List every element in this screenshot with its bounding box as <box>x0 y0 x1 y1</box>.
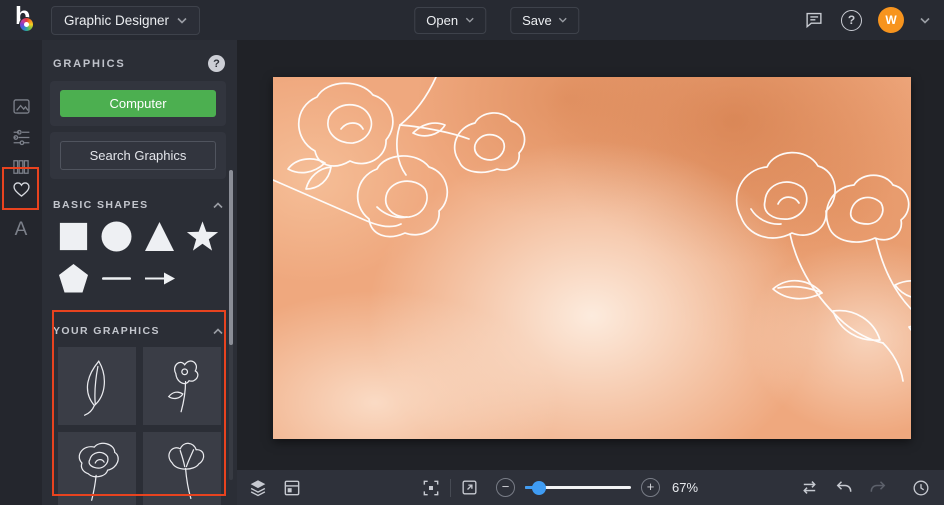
minus-glyph: − <box>501 479 510 494</box>
top-bar: b Graphic Designer Open Save ? W <box>0 0 944 40</box>
save-button[interactable]: Save <box>510 6 580 34</box>
chevron-down-icon <box>465 17 474 23</box>
fullscreen-preview-button[interactable] <box>460 478 479 497</box>
history-controls <box>799 477 944 498</box>
main-area: A GRAPHICS ? Computer Search Graphics BA… <box>0 40 944 505</box>
panel-title: GRAPHICS <box>53 57 126 70</box>
color-wheel-icon <box>19 17 34 32</box>
panel-help-icon[interactable]: ? <box>208 55 225 72</box>
topbar-right: ? W <box>803 7 944 33</box>
app-title-menu[interactable]: Graphic Designer <box>51 5 201 35</box>
layers-button[interactable] <box>247 477 269 499</box>
flower-line-art <box>273 77 911 382</box>
graphic-thumbnail-leaf[interactable] <box>58 347 136 425</box>
file-actions: Open Save <box>414 6 580 34</box>
computer-upload-button[interactable]: Computer <box>60 90 216 117</box>
shape-circle[interactable] <box>100 220 133 253</box>
befunky-logo[interactable]: b <box>13 2 39 35</box>
design-canvas[interactable] <box>273 77 911 439</box>
help-icon[interactable]: ? <box>841 9 862 31</box>
zoom-out-button[interactable]: − <box>496 478 515 497</box>
your-graphics-title: YOUR GRAPHICS <box>53 325 160 337</box>
zoom-slider-thumb[interactable] <box>532 480 546 495</box>
tool-rail: A <box>0 40 42 505</box>
basic-shapes-title: BASIC SHAPES <box>53 199 149 211</box>
your-graphics-grid <box>42 346 237 505</box>
toolbar-divider <box>450 478 451 497</box>
shape-arrow[interactable] <box>143 262 176 295</box>
chevron-up-icon <box>213 201 223 209</box>
poppy-line-art <box>167 360 199 413</box>
history-button[interactable] <box>911 478 931 498</box>
section-your-graphics[interactable]: YOUR GRAPHICS <box>42 311 237 346</box>
wildflower-line-art <box>168 442 205 500</box>
sliders-icon <box>12 129 29 145</box>
zoom-slider[interactable] <box>525 480 631 495</box>
shape-star[interactable] <box>186 220 219 253</box>
zoom-percentage: 67% <box>672 480 699 495</box>
basic-shapes-grid <box>42 220 220 295</box>
text-tool-icon: A <box>14 219 28 240</box>
account-chevron-down-icon[interactable] <box>920 17 930 24</box>
section-basic-shapes[interactable]: BASIC SHAPES <box>42 185 237 220</box>
help-glyph: ? <box>847 13 856 27</box>
graphic-thumbnail-wildflower[interactable] <box>143 432 221 505</box>
graphics-panel: GRAPHICS ? Computer Search Graphics BASI… <box>42 40 237 505</box>
plus-glyph: + <box>646 479 655 494</box>
rail-item-templates[interactable] <box>0 91 42 121</box>
redo-button[interactable] <box>868 478 888 498</box>
app-window: b Graphic Designer Open Save ? W A GRAPH… <box>0 0 944 505</box>
chevron-up-icon <box>213 327 223 335</box>
panel-help-glyph: ? <box>213 57 220 70</box>
avatar-initial: W <box>885 13 897 27</box>
app-title: Graphic Designer <box>64 12 170 28</box>
image-icon <box>12 98 30 114</box>
save-label: Save <box>522 12 552 28</box>
compare-loop-button[interactable] <box>799 477 820 498</box>
shape-line[interactable] <box>100 262 133 295</box>
panel-header: GRAPHICS ? <box>42 40 237 81</box>
workspace: − + 67% <box>237 40 944 505</box>
rail-item-edit[interactable] <box>0 122 42 152</box>
upload-card: Computer <box>50 81 226 126</box>
bottom-toolbar: − + 67% <box>237 470 944 505</box>
open-button[interactable]: Open <box>414 6 487 34</box>
rose-line-art <box>78 442 119 501</box>
fit-to-screen-button[interactable] <box>421 478 441 498</box>
template-grid-button[interactable] <box>282 478 302 498</box>
chevron-down-icon <box>177 17 187 24</box>
feedback-chat-icon[interactable] <box>803 9 825 31</box>
panel-scrollbar-thumb[interactable] <box>229 170 233 345</box>
chevron-down-icon <box>559 17 568 23</box>
search-card: Search Graphics <box>50 132 226 179</box>
rail-item-graphics[interactable] <box>0 174 42 204</box>
shape-square[interactable] <box>57 220 90 253</box>
leaf-line-art <box>83 360 105 416</box>
graphic-thumbnail-poppy[interactable] <box>143 347 221 425</box>
open-label: Open <box>426 12 459 28</box>
undo-button[interactable] <box>834 478 854 498</box>
heart-icon <box>12 181 30 197</box>
rail-item-text[interactable]: A <box>0 215 42 245</box>
shape-pentagon[interactable] <box>57 262 90 295</box>
zoom-in-button[interactable]: + <box>641 478 660 497</box>
graphic-thumbnail-rose[interactable] <box>58 432 136 505</box>
avatar[interactable]: W <box>878 7 904 33</box>
shape-triangle[interactable] <box>143 220 176 253</box>
search-graphics-button[interactable]: Search Graphics <box>60 141 216 170</box>
